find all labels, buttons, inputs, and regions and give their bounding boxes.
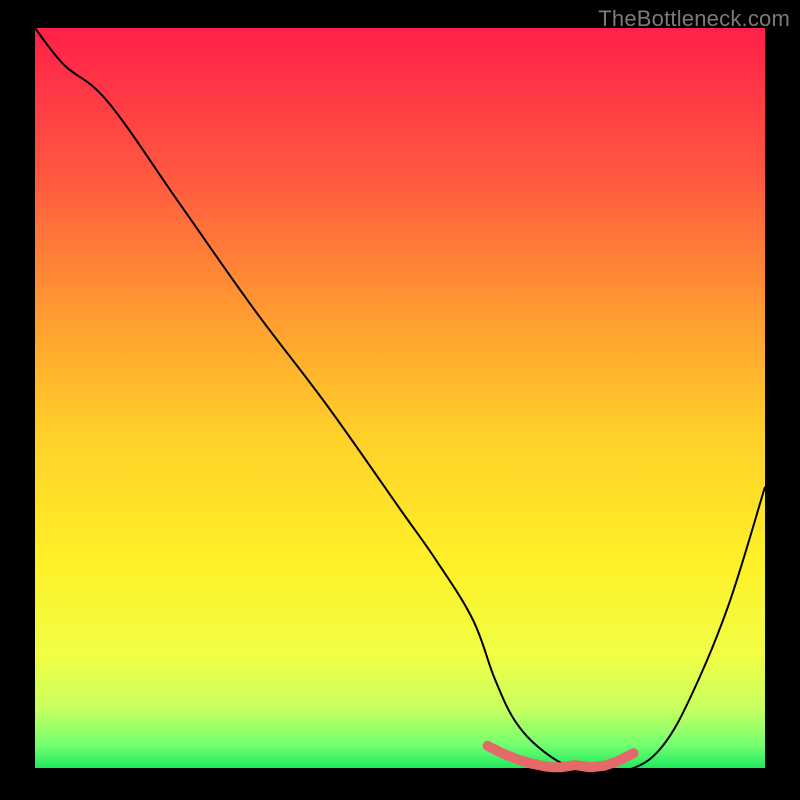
chart-background	[35, 28, 765, 768]
attribution-label: TheBottleneck.com	[598, 6, 790, 32]
bottleneck-chart	[0, 0, 800, 800]
chart-container: TheBottleneck.com	[0, 0, 800, 800]
